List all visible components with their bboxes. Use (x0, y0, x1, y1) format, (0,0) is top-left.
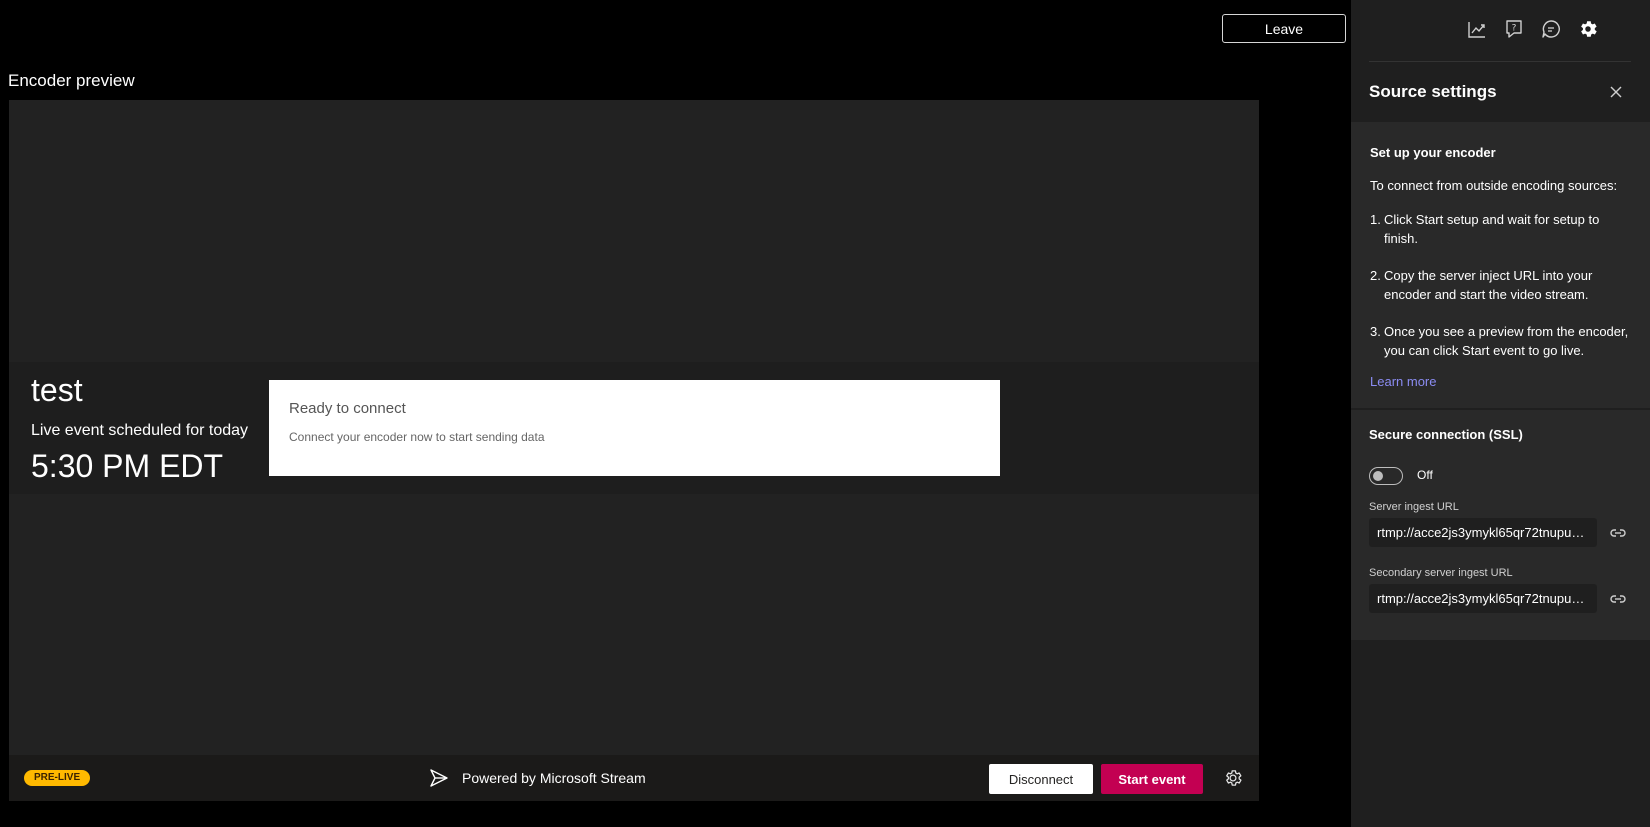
panel-title: Source settings (1369, 82, 1497, 101)
step-number: 3. (1370, 324, 1381, 339)
ready-title: Ready to connect (289, 400, 406, 417)
close-icon[interactable] (1607, 83, 1625, 101)
step-text: Once you see a preview from the encoder,… (1384, 324, 1629, 358)
copy-link-icon[interactable] (1609, 524, 1627, 542)
ssl-title: Secure connection (SSL) (1369, 427, 1523, 442)
setup-steps: 1. Click Start setup and wait for setup … (1370, 210, 1632, 378)
step-text: Copy the server inject URL into your enc… (1384, 268, 1593, 302)
ready-subtitle: Connect your encoder now to start sendin… (289, 430, 545, 444)
step-number: 2. (1370, 268, 1381, 283)
svg-text:?: ? (1512, 24, 1517, 34)
list-item: 3. Once you see a preview from the encod… (1370, 322, 1632, 360)
toggle-knob (1373, 471, 1383, 481)
list-item: 1. Click Start setup and wait for setup … (1370, 210, 1632, 248)
event-time: 5:30 PM EDT (31, 448, 224, 484)
chat-icon[interactable] (1540, 18, 1562, 40)
disconnect-button[interactable]: Disconnect (989, 764, 1093, 794)
start-event-button[interactable]: Start event (1101, 764, 1203, 794)
pre-live-badge: PRE-LIVE (24, 770, 91, 786)
leave-button[interactable]: Leave (1222, 14, 1346, 43)
source-settings-panel: ? Source settings Set up your encoder To… (1351, 0, 1650, 827)
settings-icon[interactable] (1577, 18, 1599, 40)
copy-link-icon[interactable] (1609, 590, 1627, 608)
setup-intro: To connect from outside encoding sources… (1370, 178, 1618, 193)
preview-stage: test Live event scheduled for today 5:30… (9, 100, 1259, 801)
event-schedule-text: Live event scheduled for today (31, 422, 249, 439)
secondary-ingest-label: Secondary server ingest URL (1369, 567, 1513, 579)
stream-logo-icon (430, 769, 448, 787)
setup-title: Set up your encoder (1370, 145, 1496, 160)
main-area: Leave Encoder preview test Live event sc… (0, 0, 1351, 827)
panel-header: Source settings (1351, 62, 1650, 122)
setup-encoder-section: Set up your encoder To connect from outs… (1351, 122, 1650, 408)
secure-connection-section: Secure connection (SSL) Off Server inges… (1351, 410, 1650, 640)
encoder-preview-title: Encoder preview (8, 71, 135, 90)
ssl-toggle-state: Off (1417, 468, 1433, 482)
powered-by: Powered by Microsoft Stream (428, 767, 646, 789)
server-ingest-url-field[interactable]: rtmp://acce2js3ymykl65qr72tnupun... (1369, 518, 1597, 547)
stage-bottom-bar: PRE-LIVE Powered by Microsoft Stream Dis… (9, 755, 1259, 801)
learn-more-link[interactable]: Learn more (1370, 374, 1436, 389)
analytics-icon[interactable] (1466, 18, 1488, 40)
step-number: 1. (1370, 212, 1381, 227)
gear-icon[interactable] (1223, 768, 1243, 788)
secondary-ingest-url-field[interactable]: rtmp://acce2js3ymykl65qr72tnupun... (1369, 584, 1597, 613)
server-ingest-label: Server ingest URL (1369, 501, 1459, 513)
panel-toolbar: ? (1351, 0, 1650, 58)
list-item: 2. Copy the server inject URL into your … (1370, 266, 1632, 304)
help-icon[interactable]: ? (1503, 18, 1525, 40)
ssl-toggle[interactable] (1369, 467, 1403, 485)
powered-by-text: Powered by Microsoft Stream (462, 770, 646, 786)
step-text: Click Start setup and wait for setup to … (1384, 212, 1600, 246)
ready-to-connect-card: Ready to connect Connect your encoder no… (269, 380, 1000, 476)
event-name: test (31, 372, 83, 408)
